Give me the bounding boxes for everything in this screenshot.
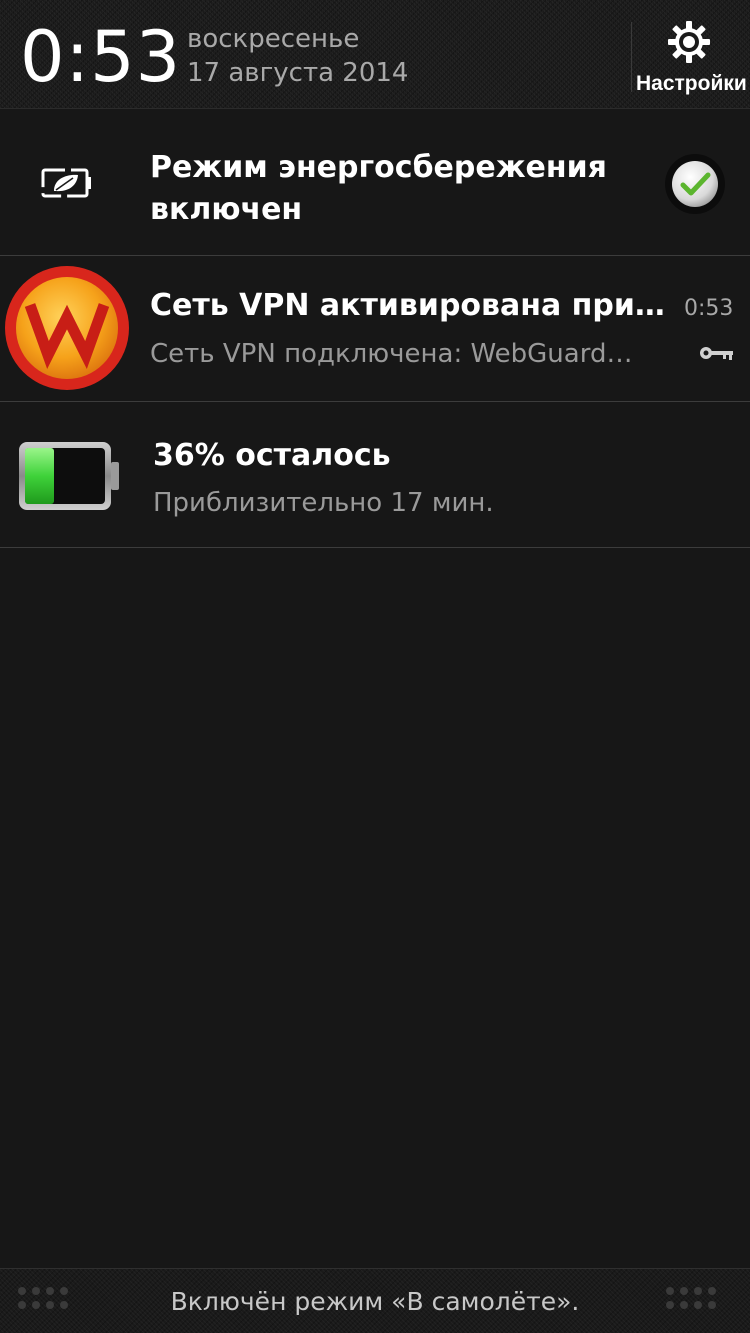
battery-icon — [19, 442, 119, 510]
notification-shade: 0:53 воскресенье 17 августа 2014 Настрой… — [0, 0, 750, 1333]
shade-header: 0:53 воскресенье 17 августа 2014 Настрой… — [0, 0, 750, 109]
settings-label: Настройки — [636, 72, 747, 95]
notification-title: Сеть VPN активирована при… — [150, 288, 665, 323]
battery-fill — [25, 448, 54, 504]
webguard-w-icon — [5, 266, 129, 390]
power-saving-leaf-icon — [41, 168, 91, 198]
key-icon — [700, 347, 733, 360]
date: 17 августа 2014 — [187, 58, 409, 88]
checkmark-icon[interactable] — [664, 153, 726, 215]
notification-title: 36% осталось — [153, 438, 391, 473]
shade-footer: Включён режим «В самолёте». — [0, 1268, 750, 1333]
notification-battery[interactable]: 36% осталось Приблизительно 17 мин. — [0, 402, 750, 548]
drag-handle-right[interactable] — [666, 1287, 730, 1317]
notification-time: 0:53 — [684, 296, 734, 321]
notification-title-line-1: Режим энергосбережения — [150, 150, 607, 185]
airplane-mode-status: Включён режим «В самолёте». — [170, 1287, 580, 1316]
clock: 0:53 — [20, 16, 182, 98]
notification-vpn[interactable]: Сеть VPN активирована при… Сеть VPN подк… — [0, 256, 750, 402]
notification-subtitle: Сеть VPN подключена: WebGuard… — [150, 339, 633, 369]
notification-title-line-2: включен — [150, 192, 303, 227]
date-block: воскресенье 17 августа 2014 — [187, 22, 408, 90]
weekday: воскресенье — [187, 24, 360, 54]
notification-title: Режим энергосбережения включен — [150, 147, 607, 231]
settings-button[interactable]: Настройки — [632, 14, 750, 100]
notification-power-saving[interactable]: Режим энергосбережения включен — [0, 109, 750, 256]
gear-icon — [668, 21, 710, 63]
notification-subtitle: Приблизительно 17 мин. — [153, 488, 494, 518]
